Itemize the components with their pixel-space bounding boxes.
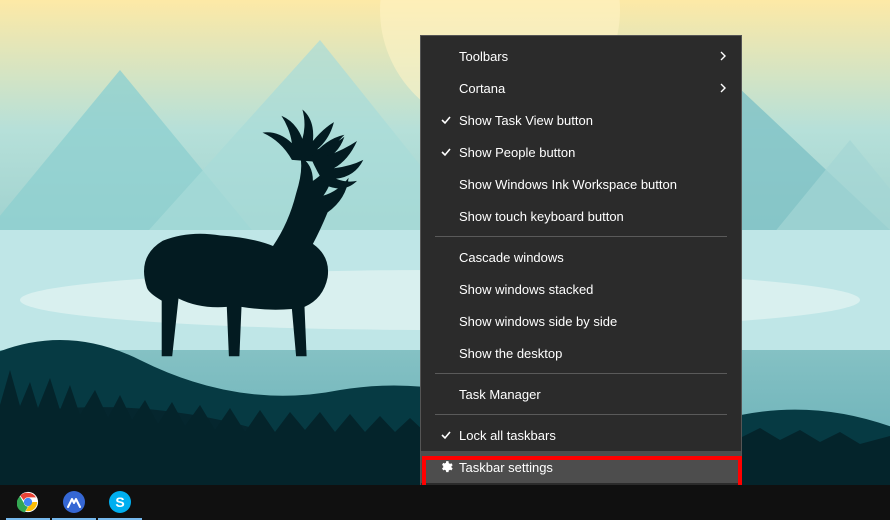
check-icon — [433, 114, 459, 126]
menu-label: Show the desktop — [459, 346, 727, 361]
menu-label: Lock all taskbars — [459, 428, 727, 443]
menu-label: Show touch keyboard button — [459, 209, 727, 224]
menu-label: Taskbar settings — [459, 460, 727, 475]
menu-label: Cascade windows — [459, 250, 727, 265]
gear-icon — [433, 460, 459, 474]
menu-item-taskbar-settings[interactable]: Taskbar settings — [421, 451, 741, 483]
menu-label: Show windows stacked — [459, 282, 727, 297]
menu-item-task-manager[interactable]: Task Manager — [421, 378, 741, 410]
menu-separator — [435, 414, 727, 415]
menu-item-stacked[interactable]: Show windows stacked — [421, 273, 741, 305]
taskbar-context-menu: Toolbars Cortana Show Task View button Show… — [420, 35, 742, 488]
menu-item-show-ink[interactable]: Show Windows Ink Workspace button — [421, 168, 741, 200]
menu-item-show-people[interactable]: Show People button — [421, 136, 741, 168]
menu-item-show-touch-kbd[interactable]: Show touch keyboard button — [421, 200, 741, 232]
check-icon — [433, 146, 459, 158]
menu-item-cortana[interactable]: Cortana — [421, 72, 741, 104]
menu-separator — [435, 373, 727, 374]
menu-label: Show windows side by side — [459, 314, 727, 329]
chevron-right-icon — [713, 51, 727, 61]
skype-icon: S — [109, 491, 131, 513]
menu-item-show-task-view[interactable]: Show Task View button — [421, 104, 741, 136]
menu-label: Cortana — [459, 81, 713, 96]
menu-label: Show Windows Ink Workspace button — [459, 177, 727, 192]
menu-item-side-by-side[interactable]: Show windows side by side — [421, 305, 741, 337]
nordvpn-icon — [63, 491, 85, 513]
menu-label: Show People button — [459, 145, 727, 160]
menu-separator — [435, 236, 727, 237]
menu-label: Task Manager — [459, 387, 727, 402]
menu-item-lock-taskbars[interactable]: Lock all taskbars — [421, 419, 741, 451]
taskbar-app-skype[interactable]: S — [98, 485, 142, 520]
taskbar-app-nordvpn[interactable] — [52, 485, 96, 520]
menu-item-cascade[interactable]: Cascade windows — [421, 241, 741, 273]
chevron-right-icon — [713, 83, 727, 93]
menu-item-toolbars[interactable]: Toolbars — [421, 40, 741, 72]
taskbar: S — [0, 485, 890, 520]
chrome-icon — [17, 491, 39, 513]
menu-label: Show Task View button — [459, 113, 727, 128]
menu-label: Toolbars — [459, 49, 713, 64]
check-icon — [433, 429, 459, 441]
menu-item-show-desktop[interactable]: Show the desktop — [421, 337, 741, 369]
taskbar-app-chrome[interactable] — [6, 485, 50, 520]
